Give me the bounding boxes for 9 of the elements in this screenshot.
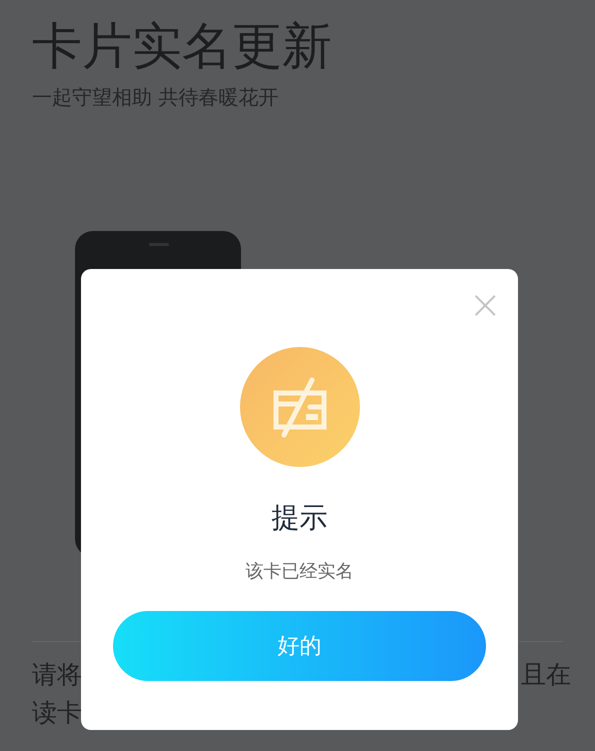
dialog-title: 提示: [272, 500, 328, 536]
instruction-text: 且在: [521, 659, 571, 691]
dialog-message: 该卡已经实名: [246, 560, 354, 583]
instruction-text: 读卡: [32, 697, 82, 729]
card-crossed-icon: [240, 347, 360, 467]
instruction-text: 请将: [32, 659, 82, 691]
confirm-button[interactable]: 好的: [113, 611, 486, 681]
page-title: 卡片实名更新: [32, 16, 333, 77]
close-button[interactable]: ×: [468, 287, 502, 323]
